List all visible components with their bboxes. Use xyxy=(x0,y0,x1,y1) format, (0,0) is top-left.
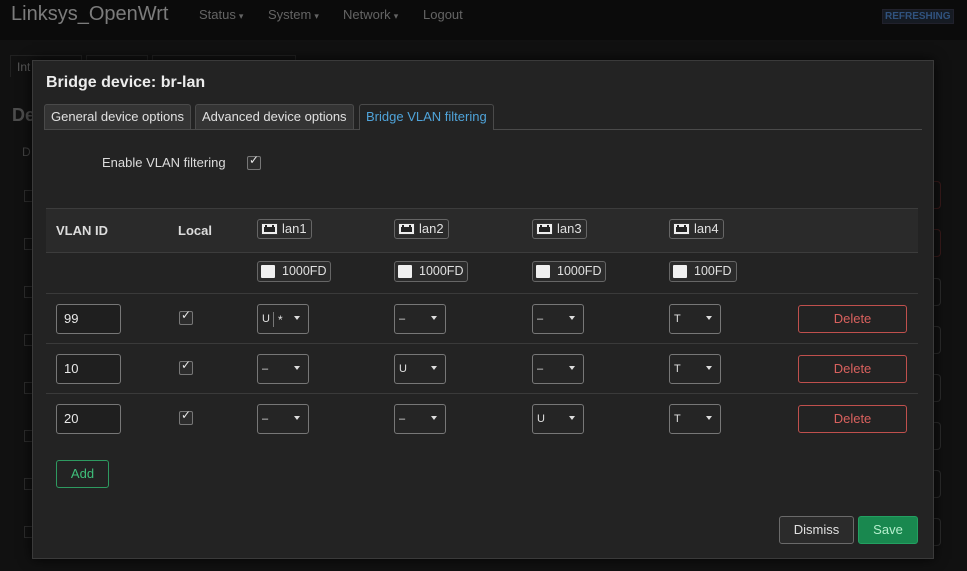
port-badge-lan3: lan3 xyxy=(532,219,587,239)
port-speed-lan2: 1000FD xyxy=(394,261,469,282)
select-value: T xyxy=(674,313,681,325)
network-link-icon xyxy=(673,265,687,278)
port-membership-select-lan2[interactable]: U xyxy=(394,354,446,384)
checkmark-icon: ✓ xyxy=(181,308,192,322)
chevron-down-icon xyxy=(431,366,437,370)
port-name-lan4: lan4 xyxy=(694,221,719,236)
select-value: – xyxy=(537,313,544,325)
speed-label: 100FD xyxy=(694,264,732,278)
chevron-down-icon xyxy=(706,316,712,320)
speed-label: 1000FD xyxy=(557,264,602,278)
chevron-down-icon xyxy=(706,416,712,420)
tab-general-device-options[interactable]: General device options xyxy=(44,104,191,129)
select-value: T xyxy=(674,413,681,425)
checkmark-icon: ✓ xyxy=(181,358,192,372)
chevron-down-icon xyxy=(294,366,300,370)
port-membership-select-lan3[interactable]: – xyxy=(532,354,584,384)
checkmark-icon: ✓ xyxy=(181,408,192,422)
select-value: – xyxy=(262,413,269,425)
port-badge-lan1: lan1 xyxy=(257,219,312,239)
local-checkbox[interactable]: ✓ xyxy=(179,308,193,325)
port-membership-select-lan2[interactable]: – xyxy=(394,304,446,334)
port-membership-select-lan4[interactable]: T xyxy=(669,404,721,434)
port-membership-select-lan4[interactable]: T xyxy=(669,354,721,384)
checkmark-icon: ✓ xyxy=(249,153,260,167)
port-name-lan2: lan2 xyxy=(419,221,444,236)
chevron-down-icon xyxy=(431,416,437,420)
row-divider xyxy=(46,293,918,294)
select-value: U xyxy=(399,363,407,375)
local-checkbox[interactable]: ✓ xyxy=(179,358,193,375)
network-link-icon xyxy=(398,265,412,278)
port-membership-select-lan3[interactable]: – xyxy=(532,304,584,334)
port-badge-lan2: lan2 xyxy=(394,219,449,239)
port-badge-lan4: lan4 xyxy=(669,219,724,239)
enable-vlan-filtering-checkbox[interactable]: ✓ xyxy=(247,153,261,170)
delete-vlan-button[interactable]: Delete xyxy=(798,355,907,383)
select-value: – xyxy=(537,363,544,375)
chevron-down-icon xyxy=(569,316,575,320)
bridge-device-dialog: Bridge device: br-lan General device opt… xyxy=(32,60,934,559)
select-value: – xyxy=(399,313,406,325)
vlan-id-input[interactable]: 99 xyxy=(56,304,121,334)
select-value: U xyxy=(537,413,545,425)
dialog-title: Bridge device: br-lan xyxy=(46,74,206,91)
port-speed-lan3: 1000FD xyxy=(532,261,607,282)
select-value: T xyxy=(674,363,681,375)
speed-label: 1000FD xyxy=(419,264,464,278)
chevron-down-icon xyxy=(569,416,575,420)
local-checkbox[interactable]: ✓ xyxy=(179,408,193,425)
chevron-down-icon xyxy=(294,316,300,320)
port-membership-select-lan1[interactable]: U * xyxy=(257,304,309,334)
select-value: – xyxy=(262,363,269,375)
chevron-down-icon xyxy=(706,366,712,370)
ethernet-port-icon xyxy=(398,223,415,235)
port-speed-lan4: 100FD xyxy=(669,261,737,282)
ethernet-port-icon xyxy=(261,223,278,235)
network-link-icon xyxy=(536,265,550,278)
vlan-id-input[interactable]: 10 xyxy=(56,354,121,384)
tab-advanced-device-options[interactable]: Advanced device options xyxy=(195,104,354,129)
port-membership-select-lan3[interactable]: U xyxy=(532,404,584,434)
network-link-icon xyxy=(261,265,275,278)
delete-vlan-button[interactable]: Delete xyxy=(798,305,907,333)
port-speed-lan1: 1000FD xyxy=(257,261,332,282)
port-membership-select-lan1[interactable]: – xyxy=(257,354,309,384)
tab-bridge-vlan-filtering[interactable]: Bridge VLAN filtering xyxy=(359,104,494,130)
select-value: – xyxy=(399,413,406,425)
vlan-id-input[interactable]: 20 xyxy=(56,404,121,434)
select-separator xyxy=(273,312,274,327)
chevron-down-icon xyxy=(431,316,437,320)
select-value: U xyxy=(262,313,270,325)
vlan-table-header: VLAN ID Local xyxy=(46,208,918,253)
add-vlan-button[interactable]: Add xyxy=(56,460,109,488)
chevron-down-icon xyxy=(569,366,575,370)
row-divider xyxy=(46,343,918,344)
primary-vlan-flag: * xyxy=(278,313,283,327)
dialog-tabs: General device options Advanced device o… xyxy=(44,104,922,130)
column-header-vlan-id: VLAN ID xyxy=(56,223,108,238)
ethernet-port-icon xyxy=(536,223,553,235)
port-name-lan3: lan3 xyxy=(557,221,582,236)
column-header-local: Local xyxy=(178,223,212,238)
speed-label: 1000FD xyxy=(282,264,327,278)
save-button[interactable]: Save xyxy=(858,516,918,544)
dismiss-button[interactable]: Dismiss xyxy=(779,516,854,544)
ethernet-port-icon xyxy=(673,223,690,235)
port-name-lan1: lan1 xyxy=(282,221,307,236)
port-membership-select-lan1[interactable]: – xyxy=(257,404,309,434)
port-membership-select-lan2[interactable]: – xyxy=(394,404,446,434)
row-divider xyxy=(46,393,918,394)
port-membership-select-lan4[interactable]: T xyxy=(669,304,721,334)
chevron-down-icon xyxy=(294,416,300,420)
enable-vlan-filtering-label: Enable VLAN filtering xyxy=(102,155,226,170)
delete-vlan-button[interactable]: Delete xyxy=(798,405,907,433)
